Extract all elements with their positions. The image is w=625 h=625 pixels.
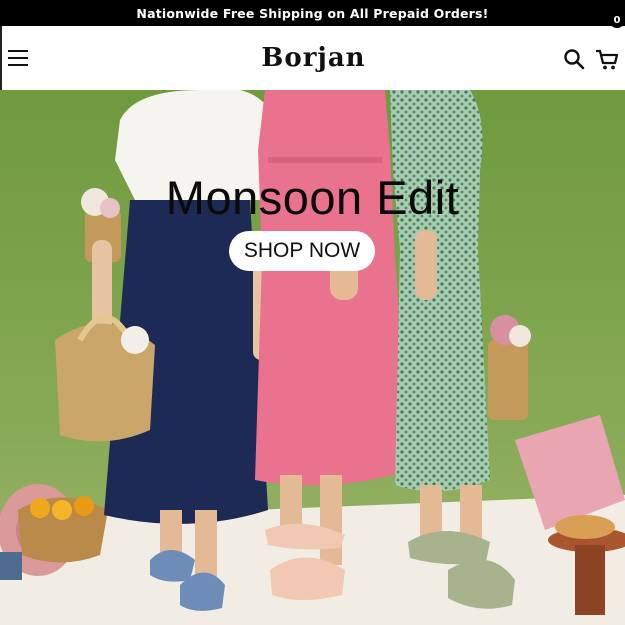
shop-now-button[interactable]: SHOP NOW (229, 231, 375, 271)
cart-icon[interactable] (594, 46, 620, 72)
announcement-text: Nationwide Free Shipping on All Prepaid … (136, 5, 489, 21)
cart-count-badge: 0 (609, 12, 625, 28)
announcement-bar: Nationwide Free Shipping on All Prepaid … (0, 0, 625, 26)
hero-title: Monsoon Edit (165, 171, 460, 224)
hero-banner[interactable]: Monsoon Edit SHOP NOW (0, 90, 625, 625)
site-header: Borjan (0, 26, 625, 90)
search-icon[interactable] (562, 47, 586, 71)
brand-logo[interactable]: Borjan (2, 43, 625, 73)
